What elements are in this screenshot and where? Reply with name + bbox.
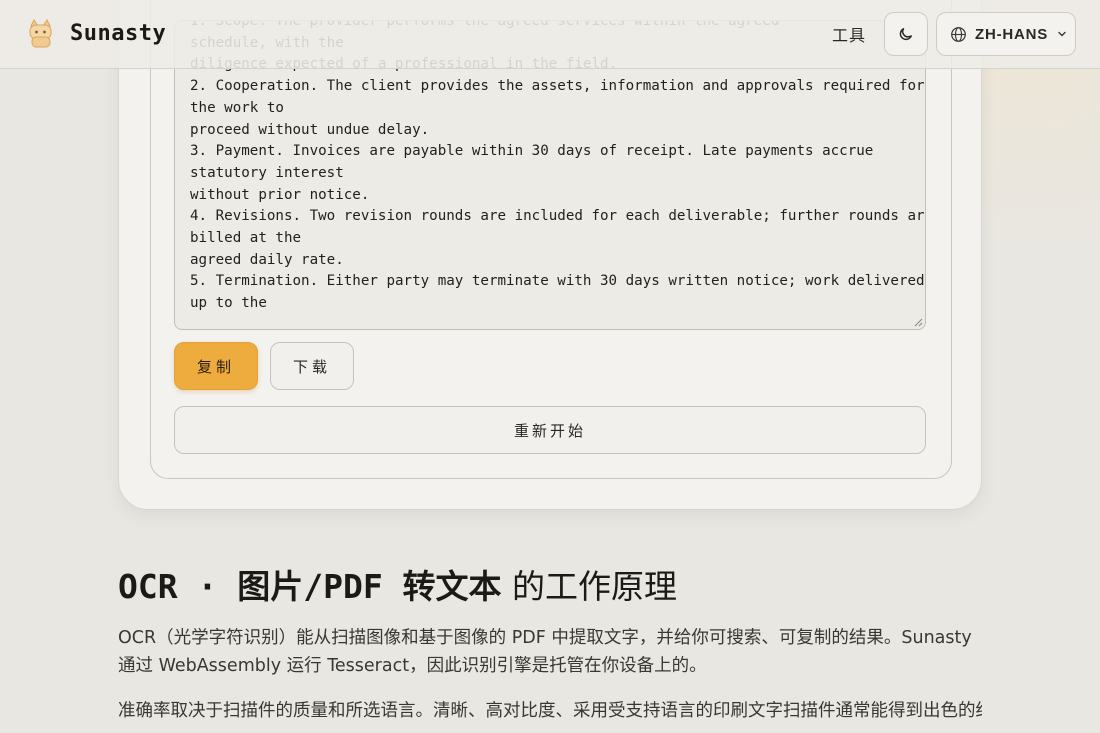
theme-toggle-button[interactable] [884, 12, 928, 56]
restart-button[interactable]: 重新开始 [174, 406, 926, 454]
resize-handle-icon[interactable] [913, 317, 923, 327]
title-suffix: 的工作原理 [501, 567, 678, 606]
site-header: Sunasty 工具 ZH-HANS [0, 0, 1100, 69]
language-select-button[interactable]: ZH-HANS [936, 12, 1076, 56]
nav-tools-link[interactable]: 工具 [832, 22, 866, 46]
language-label: ZH-HANS [975, 25, 1049, 43]
chevron-down-icon [1058, 31, 1066, 37]
brand-link[interactable]: Sunasty [26, 17, 166, 49]
moon-icon [899, 28, 912, 41]
download-button[interactable]: 下载 [270, 342, 354, 390]
title-tool-name: 图片/PDF 转文本 [237, 567, 502, 606]
article-title: OCR · 图片/PDF 转文本 的工作原理 [118, 560, 677, 608]
cat-logo-icon [29, 19, 52, 48]
globe-icon [951, 26, 966, 42]
title-prefix: OCR · [118, 567, 238, 606]
article-paragraph-1: OCR（光学字符识别）能从扫描图像和基于图像的 PDF 中提取文字，并给你可搜索… [118, 628, 972, 676]
copy-button[interactable]: 复制 [174, 342, 258, 390]
brand-name: Sunasty [70, 20, 167, 46]
article-paragraph-2: 准确率取决于扫描件的质量和所选语言。清晰、高对比度、采用受支持语言的印刷文字扫描… [118, 701, 982, 721]
